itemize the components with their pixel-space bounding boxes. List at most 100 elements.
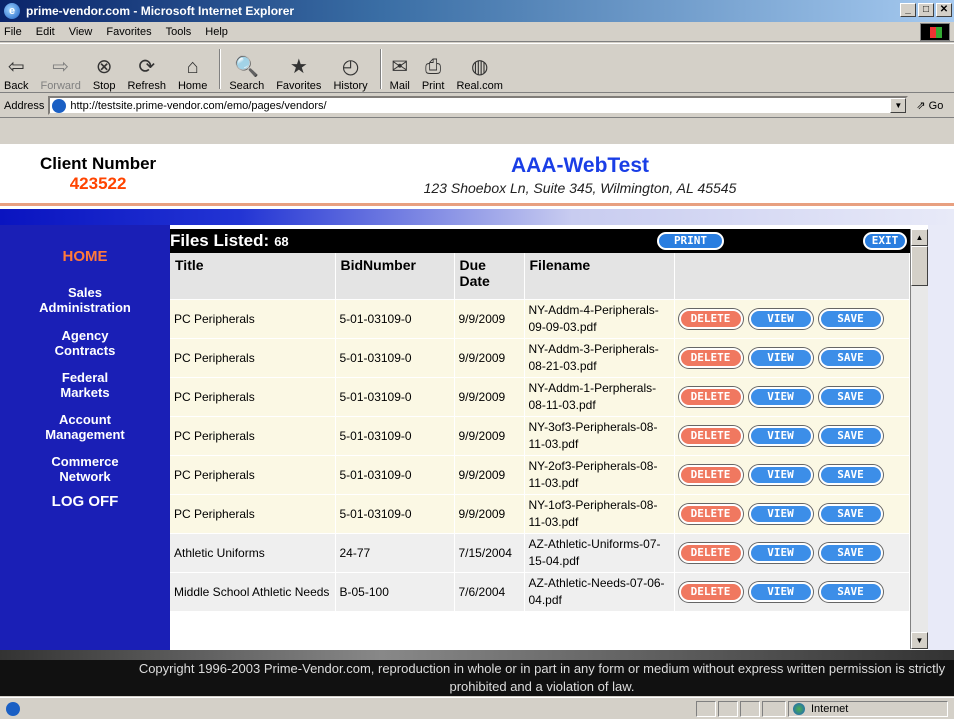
save-button[interactable]: SAVE <box>818 581 883 602</box>
view-button[interactable]: VIEW <box>748 386 813 407</box>
cell-due-date: 9/9/2009 <box>454 415 525 455</box>
table-header-row: Title BidNumber Due Date Filename <box>170 253 910 299</box>
go-button[interactable]: ⇗ Go <box>916 99 943 112</box>
cell-filename: AZ-Athletic-Uniforms-07-15-04.pdf <box>524 532 675 572</box>
address-url: http://testsite.prime-vendor.com/emo/pag… <box>70 99 327 112</box>
windows-logo-icon <box>920 23 950 41</box>
ie-logo-icon: e <box>4 3 20 19</box>
favorites-button[interactable]: ★ Favorites <box>276 46 321 92</box>
table-row: PC Peripherals 5-01-03109-0 9/9/2009 NY-Add… <box>170 298 910 338</box>
save-button[interactable]: SAVE <box>818 425 883 446</box>
cell-bidnumber: 5-01-03109-0 <box>335 337 455 377</box>
menu-tools[interactable]: Tools <box>166 26 192 38</box>
files-listed-label: Files Listed: <box>170 231 270 250</box>
nav-log-off[interactable]: LOG OFF <box>0 494 170 509</box>
search-button[interactable]: 🔍 Search <box>229 46 264 92</box>
company-name: AAA-WebTest <box>510 154 650 177</box>
nav-sales-administration[interactable]: Sales Administration <box>0 285 170 315</box>
forward-button[interactable]: ⇨ Forward <box>40 46 80 92</box>
save-button[interactable]: SAVE <box>818 503 883 524</box>
back-button[interactable]: ⇦ Back <box>4 46 28 92</box>
view-button[interactable]: VIEW <box>748 347 813 368</box>
nav-commerce-network[interactable]: Commerce Network <box>0 454 170 484</box>
cell-due-date: 9/9/2009 <box>454 454 525 494</box>
status-segment <box>740 701 760 717</box>
cell-bidnumber: 5-01-03109-0 <box>335 493 455 533</box>
col-filename: Filename <box>524 253 675 299</box>
mail-button[interactable]: ✉ Mail <box>390 46 410 92</box>
save-button[interactable]: SAVE <box>818 347 883 368</box>
right-margin <box>928 225 954 650</box>
delete-button[interactable]: DELETE <box>678 464 743 485</box>
delete-button[interactable]: DELETE <box>678 425 743 446</box>
cell-due-date: 7/15/2004 <box>454 532 525 572</box>
view-button[interactable]: VIEW <box>748 581 813 602</box>
view-button[interactable]: VIEW <box>748 308 813 329</box>
files-header: Files Listed: 68 PRINT EXIT <box>170 229 910 253</box>
save-button[interactable]: SAVE <box>818 464 883 485</box>
cell-bidnumber: B-05-100 <box>335 571 455 611</box>
exit-button[interactable]: EXIT <box>863 232 907 250</box>
menu-help[interactable]: Help <box>205 26 228 38</box>
cell-bidnumber: 24-77 <box>335 532 455 572</box>
address-input[interactable]: http://testsite.prime-vendor.com/emo/pag… <box>48 96 909 115</box>
security-zone: Internet <box>788 701 948 717</box>
delete-button[interactable]: DELETE <box>678 542 743 563</box>
delete-button[interactable]: DELETE <box>678 581 743 602</box>
realcom-button[interactable]: ◍ Real.com <box>456 46 502 92</box>
col-title: Title <box>170 253 336 299</box>
forward-arrow-icon: ⇨ <box>52 56 70 78</box>
cell-title: Athletic Uniforms <box>170 532 336 572</box>
save-button[interactable]: SAVE <box>818 542 883 563</box>
print-list-button[interactable]: PRINT <box>657 232 724 250</box>
history-icon: ◴ <box>341 56 360 78</box>
menu-edit[interactable]: Edit <box>36 26 55 38</box>
list-scrollbar[interactable]: ▲ ▼ <box>910 229 928 649</box>
menu-view[interactable]: View <box>69 26 93 38</box>
delete-button[interactable]: DELETE <box>678 347 743 368</box>
view-button[interactable]: VIEW <box>748 542 813 563</box>
menu-favorites[interactable]: Favorites <box>106 26 151 38</box>
status-segment <box>696 701 716 717</box>
nav-account-management[interactable]: Account Management <box>0 412 170 442</box>
stop-button[interactable]: ⊗ Stop <box>93 46 116 92</box>
view-button[interactable]: VIEW <box>748 425 813 446</box>
company-info: AAA-WebTest 123 Shoebox Ln, Suite 345, W… <box>380 154 780 196</box>
print-button[interactable]: ⎙ Print <box>422 46 445 92</box>
internet-globe-icon <box>793 703 805 715</box>
close-button[interactable]: ✕ <box>936 3 952 17</box>
delete-button[interactable]: DELETE <box>678 386 743 407</box>
cell-filename: NY-3of3-Peripherals-08-11-03.pdf <box>524 415 675 455</box>
cell-bidnumber: 5-01-03109-0 <box>335 298 455 338</box>
nav-federal-markets[interactable]: Federal Markets <box>0 370 170 400</box>
cell-bidnumber: 5-01-03109-0 <box>335 415 455 455</box>
cell-filename: AZ-Athletic-Needs-07-06-04.pdf <box>524 571 675 611</box>
cell-bidnumber: 5-01-03109-0 <box>335 376 455 416</box>
maximize-button[interactable]: □ <box>918 3 934 17</box>
cell-due-date: 9/9/2009 <box>454 493 525 533</box>
delete-button[interactable]: DELETE <box>678 503 743 524</box>
view-button[interactable]: VIEW <box>748 464 813 485</box>
nav-home[interactable]: HOME <box>0 249 170 264</box>
cell-title: PC Peripherals <box>170 415 336 455</box>
page-header: Client Number 423522 AAA-WebTest 123 Sho… <box>0 144 954 206</box>
delete-button[interactable]: DELETE <box>678 308 743 329</box>
address-dropdown-icon[interactable]: ▼ <box>890 98 907 113</box>
cell-actions: DELETE VIEW SAVE <box>674 454 910 494</box>
scroll-thumb[interactable] <box>911 246 928 286</box>
view-button[interactable]: VIEW <box>748 503 813 524</box>
col-due-date: Due Date <box>454 253 525 299</box>
scroll-down-icon[interactable]: ▼ <box>911 632 928 649</box>
home-button[interactable]: ⌂ Home <box>178 46 207 92</box>
cell-actions: DELETE VIEW SAVE <box>674 571 910 611</box>
save-button[interactable]: SAVE <box>818 308 883 329</box>
menu-file[interactable]: File <box>4 26 22 38</box>
save-button[interactable]: SAVE <box>818 386 883 407</box>
scroll-up-icon[interactable]: ▲ <box>911 229 928 246</box>
refresh-button[interactable]: ⟳ Refresh <box>127 46 166 92</box>
table-row: PC Peripherals 5-01-03109-0 9/9/2009 NY-2of… <box>170 454 910 494</box>
minimize-button[interactable]: _ <box>900 3 916 17</box>
history-button[interactable]: ◴ History <box>333 46 367 92</box>
nav-agency-contracts[interactable]: Agency Contracts <box>0 328 170 358</box>
address-label: Address <box>4 99 45 112</box>
